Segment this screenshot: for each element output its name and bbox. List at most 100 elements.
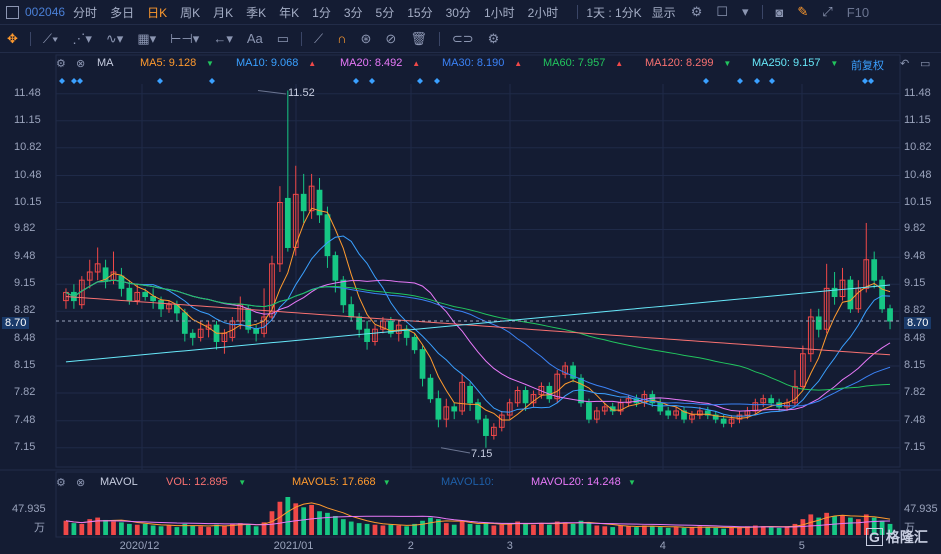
volume-bar xyxy=(657,527,663,535)
volume-bar xyxy=(507,523,513,535)
event-marker-icon xyxy=(71,78,77,84)
volume-bar xyxy=(332,516,338,535)
volume-bar xyxy=(309,504,314,535)
candle-body xyxy=(847,279,854,310)
candle-body xyxy=(467,385,473,404)
current-price-right: 8.70 xyxy=(904,317,932,329)
volume-bar xyxy=(111,521,116,535)
volume-bar xyxy=(142,523,148,535)
low-label: 7.15 xyxy=(471,448,493,460)
volume-bar xyxy=(467,523,473,535)
kline-chart[interactable] xyxy=(0,0,941,554)
volume-bar xyxy=(71,523,77,535)
volume-bar xyxy=(198,526,204,535)
ma30-line xyxy=(65,279,891,407)
candle-body xyxy=(126,287,133,302)
volume-bar xyxy=(340,519,346,535)
candle-body xyxy=(522,390,529,404)
y-tick-label: 9.82 xyxy=(904,222,926,235)
y-tick-label: 7.82 xyxy=(14,385,36,398)
x-tick-label: 3 xyxy=(506,540,513,552)
candle-body xyxy=(419,349,426,379)
event-marker-icon xyxy=(754,78,760,84)
y-tick-label: 11.15 xyxy=(14,113,41,126)
high-label: 11.52 xyxy=(288,87,315,99)
candle-body xyxy=(411,336,418,351)
volume-bar xyxy=(428,517,433,535)
y-tick-label: 10.48 xyxy=(904,168,932,181)
y-tick-label: 8.15 xyxy=(14,359,36,371)
volume-bar xyxy=(348,521,354,535)
volume-bar xyxy=(784,526,790,535)
event-marker-icon xyxy=(737,78,743,84)
volume-bar xyxy=(79,523,85,535)
x-tick-label: 2021/01 xyxy=(273,540,314,552)
volume-bar xyxy=(253,526,259,535)
y-tick-label: 9.15 xyxy=(14,277,36,290)
candle-body xyxy=(879,279,885,310)
event-marker-icon xyxy=(769,78,775,84)
y-tick-label: 11.48 xyxy=(14,86,41,99)
volume-bar xyxy=(689,527,695,535)
volume-bar xyxy=(285,497,291,535)
current-price-left: 8.70 xyxy=(2,317,30,329)
volume-bar xyxy=(95,517,101,535)
candle-body xyxy=(887,308,893,322)
y-tick-label: 9.48 xyxy=(904,250,926,263)
volume-bar xyxy=(443,523,449,535)
volume-bar xyxy=(824,512,830,535)
y-tick-label: 10.15 xyxy=(904,195,932,208)
volume-bar xyxy=(594,525,600,535)
candle-body xyxy=(586,402,592,420)
volume-bar xyxy=(214,524,219,535)
y-tick-label: 7.48 xyxy=(14,413,36,426)
volume-bar xyxy=(174,527,180,535)
volume-bar xyxy=(364,523,370,535)
volume-bar xyxy=(832,516,837,535)
candle-body xyxy=(340,279,347,306)
candle-body xyxy=(871,259,878,281)
volume-bar xyxy=(768,527,774,535)
x-tick-label: 5 xyxy=(798,540,805,552)
volume-bar xyxy=(103,519,108,535)
y-tick-label: 7.82 xyxy=(904,385,926,398)
volume-bar xyxy=(523,523,528,535)
volume-bar xyxy=(420,520,425,535)
candle-body xyxy=(189,332,196,338)
y-tick-label: 8.82 xyxy=(904,304,926,317)
volume-bar xyxy=(649,526,655,535)
volume-bar xyxy=(459,520,465,535)
low-leader xyxy=(440,447,471,454)
volume-bar xyxy=(317,511,322,535)
volume-bar xyxy=(760,526,766,535)
volume-bar xyxy=(119,522,124,535)
candle-body xyxy=(348,304,355,318)
volume-bar xyxy=(855,519,861,535)
volume-bar xyxy=(206,527,211,535)
ma5-line xyxy=(65,207,891,421)
volume-bar xyxy=(673,527,679,535)
candle-body xyxy=(435,398,442,420)
y-tick-label: 9.82 xyxy=(14,222,36,235)
volume-bar xyxy=(586,523,592,535)
candle-body xyxy=(181,312,188,334)
y-tick-label: 7.15 xyxy=(904,440,926,453)
volume-bar xyxy=(269,511,275,535)
x-tick-label: 2 xyxy=(407,540,414,552)
volume-bar xyxy=(190,525,196,535)
volume-bar xyxy=(63,520,69,535)
y-tick-label: 8.82 xyxy=(14,304,36,317)
volume-bar xyxy=(150,525,156,535)
event-marker-icon xyxy=(209,78,215,84)
event-marker-icon xyxy=(353,78,359,84)
volume-bar xyxy=(475,524,481,535)
volume-bar xyxy=(396,525,402,535)
volume-bar xyxy=(848,517,853,535)
volume-bar xyxy=(737,527,742,535)
candle-body xyxy=(300,193,307,212)
event-marker-icon xyxy=(77,78,83,84)
volume-bar xyxy=(618,525,624,535)
y-tick-label: 10.82 xyxy=(904,140,932,153)
candle-body xyxy=(483,418,489,436)
volume-bar xyxy=(356,523,362,535)
